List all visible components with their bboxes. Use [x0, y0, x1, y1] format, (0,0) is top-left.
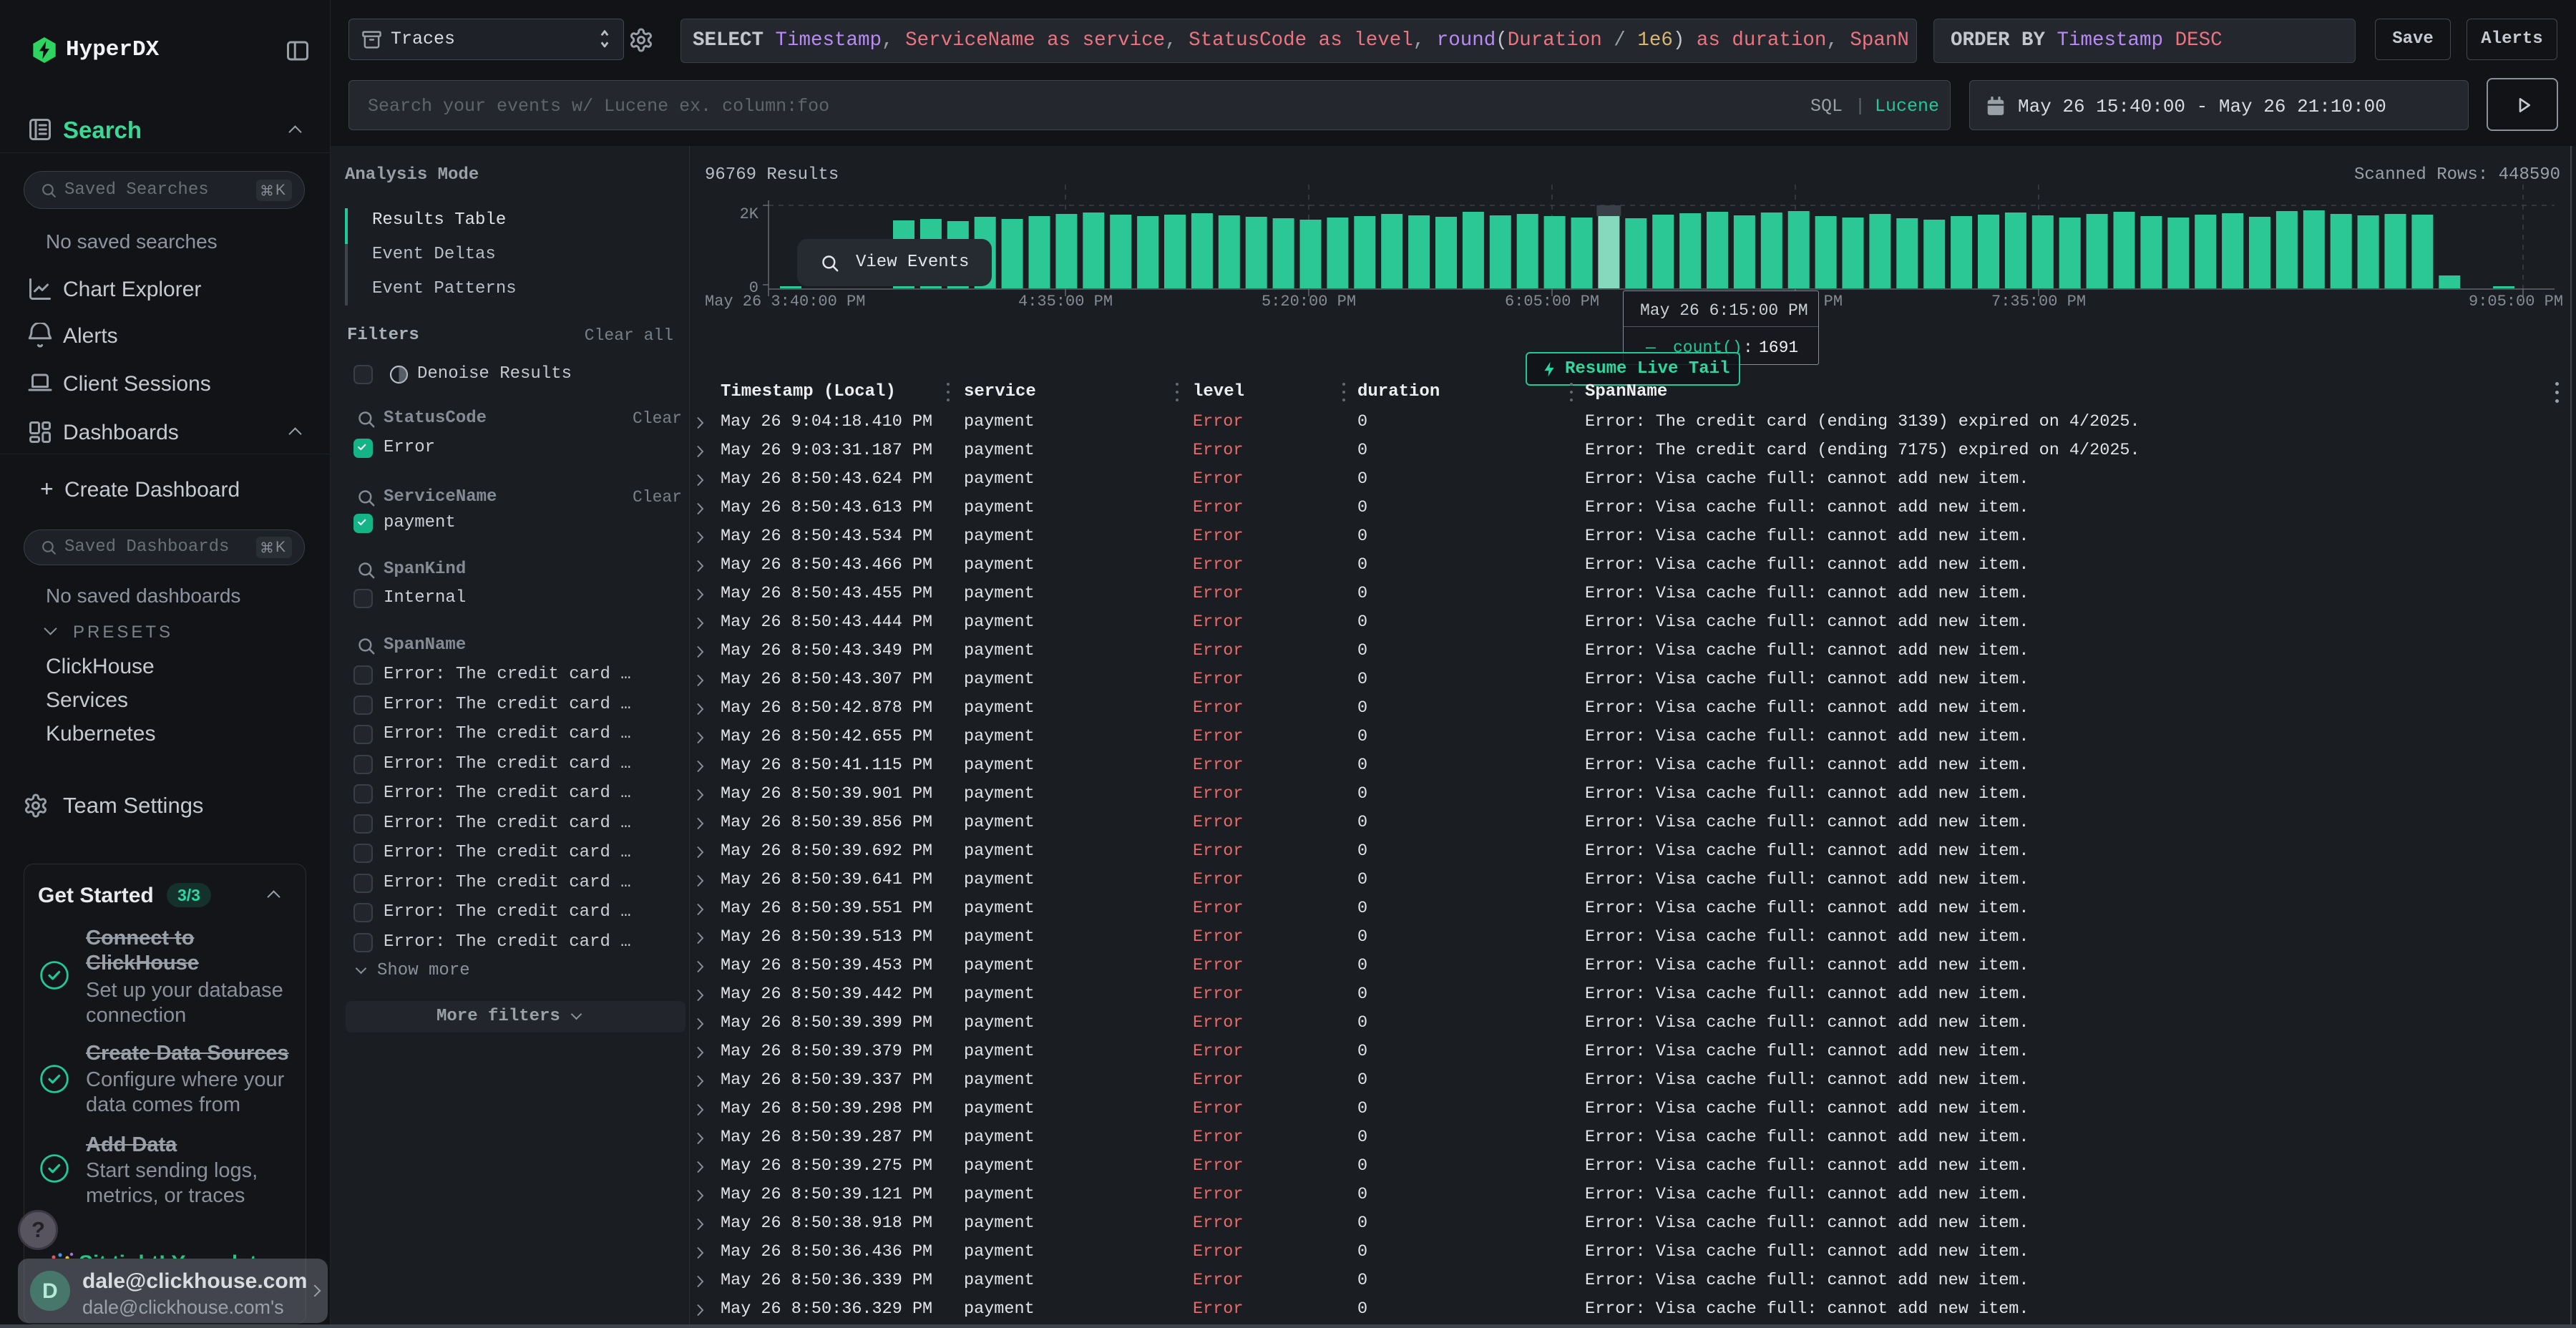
svg-text:2K: 2K: [740, 205, 759, 223]
svg-text:4:35:00 PM: 4:35:00 PM: [1018, 293, 1113, 311]
svg-text:5:20:00 PM: 5:20:00 PM: [1262, 293, 1356, 311]
svg-text:9:05:00 PM: 9:05:00 PM: [2469, 293, 2563, 311]
svg-text:6:05:00 PM: 6:05:00 PM: [1505, 293, 1599, 311]
svg-text:May 26 3:40:00 PM: May 26 3:40:00 PM: [705, 293, 865, 311]
svg-text:7:35:00 PM: 7:35:00 PM: [1991, 293, 2086, 311]
